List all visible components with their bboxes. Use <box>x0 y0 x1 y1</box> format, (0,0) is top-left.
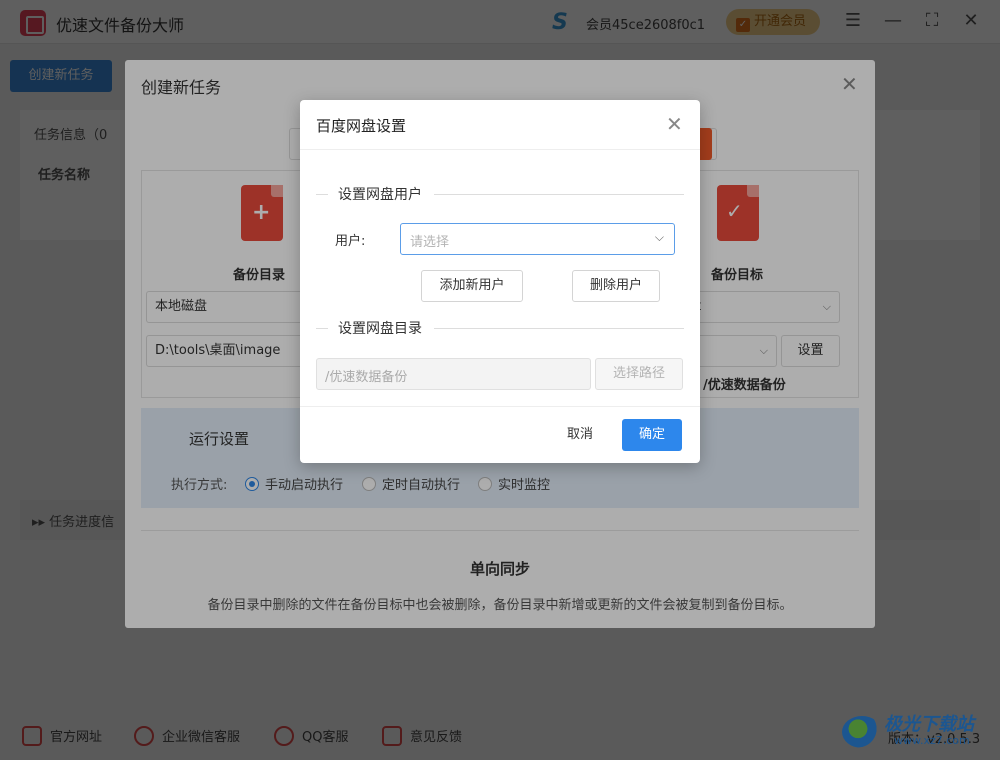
dialog-header: 百度网盘设置 ✕ <box>300 100 700 150</box>
choose-path-button: 选择路径 <box>595 358 683 390</box>
dialog-title: 百度网盘设置 <box>316 117 407 135</box>
dialog-footer-divider <box>300 406 700 407</box>
add-user-button[interactable]: 添加新用户 <box>421 270 523 302</box>
netdisk-path-input: /优速数据备份 <box>316 358 591 390</box>
user-section-header: 设置网盘用户 <box>316 184 684 204</box>
user-select-placeholder: 请选择 <box>410 235 450 250</box>
delete-user-button[interactable]: 删除用户 <box>572 270 660 302</box>
ok-button[interactable]: 确定 <box>622 419 682 451</box>
chevron-down-icon: ⌵ <box>654 230 664 244</box>
close-icon[interactable]: ✕ <box>666 112 683 136</box>
user-select[interactable]: 请选择 ⌵ <box>400 223 675 255</box>
dir-section-header: 设置网盘目录 <box>316 318 684 338</box>
cancel-button[interactable]: 取消 <box>550 420 610 450</box>
user-label: 用户: <box>335 234 366 249</box>
baidu-netdisk-dialog: 百度网盘设置 ✕ 设置网盘用户 用户: 请选择 ⌵ 添加新用户 删除用户 设置网… <box>300 100 700 463</box>
